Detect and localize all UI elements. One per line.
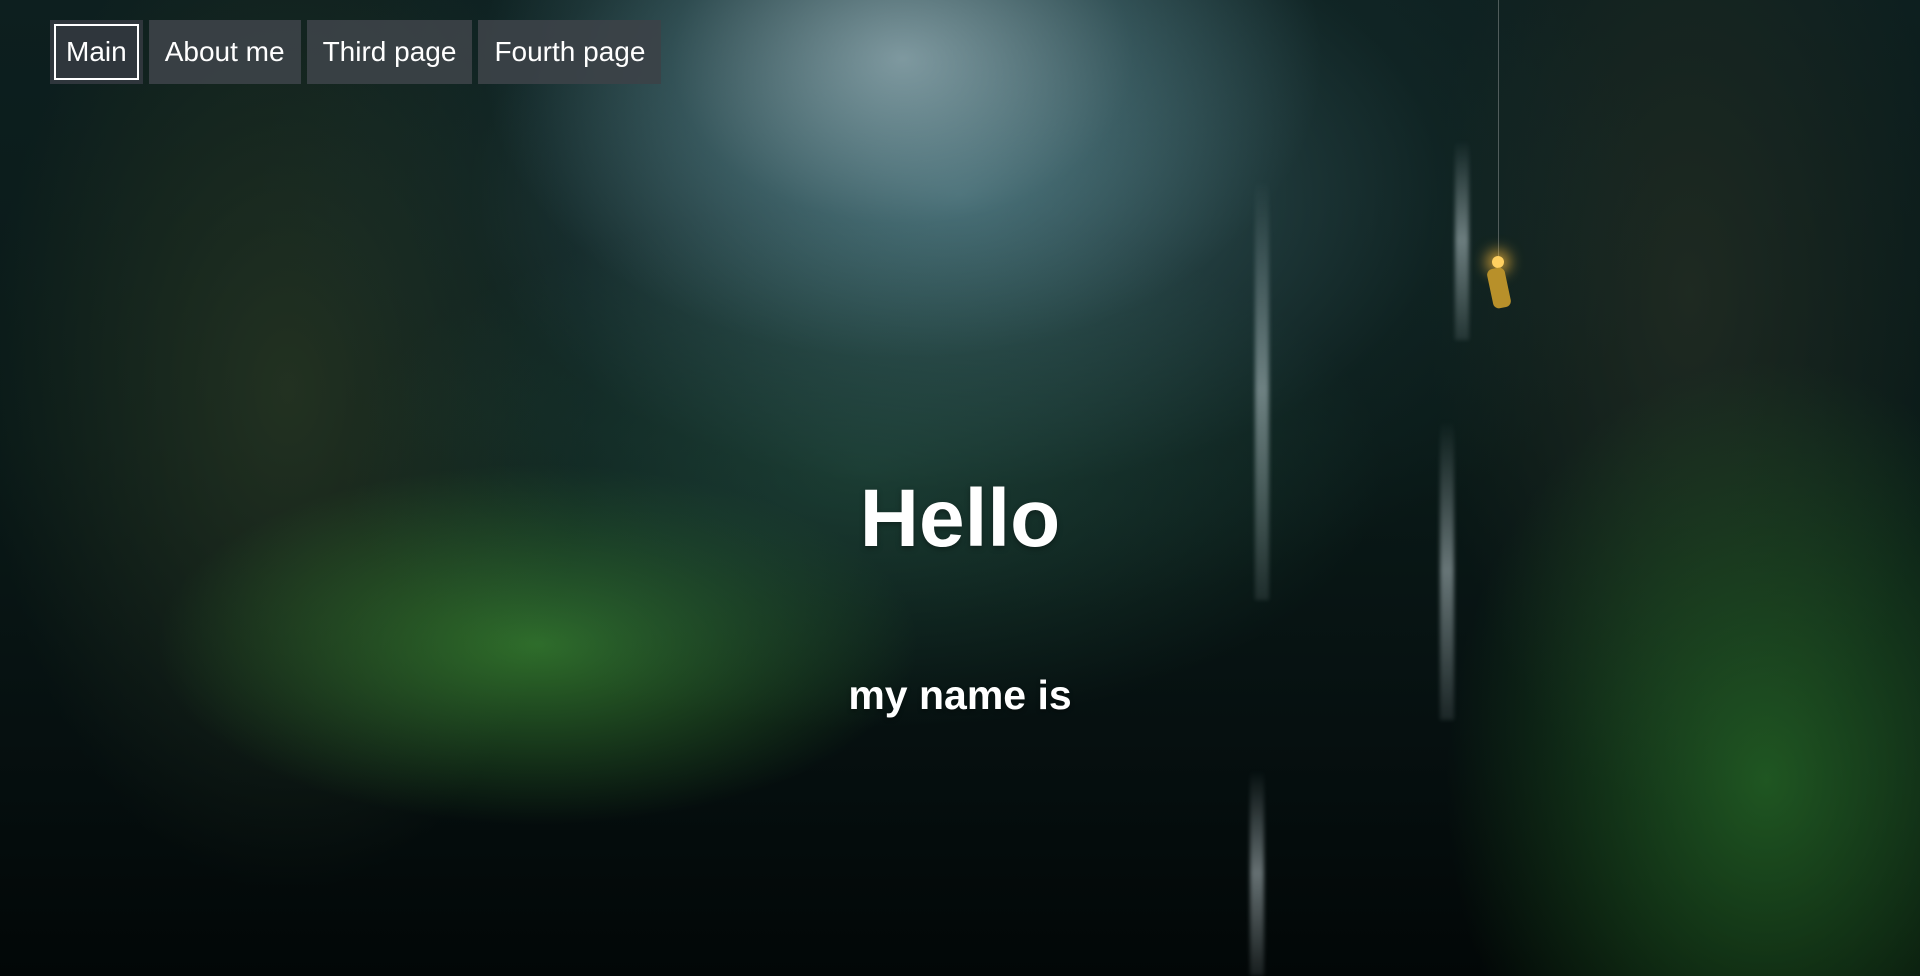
rope [1498,0,1499,256]
nav-item-third-page[interactable]: Third page [306,20,473,84]
hero-subtitle: my name is [848,672,1072,718]
waterfall-decoration [1250,770,1264,976]
waterfall-decoration [1455,140,1469,340]
climber-figure [1486,0,1526,328]
nav-item-main[interactable]: Main [50,20,143,84]
nav-item-fourth-page[interactable]: Fourth page [478,20,662,84]
climber-body [1486,266,1512,310]
main-navigation: Main About me Third page Fourth page [50,20,662,84]
headlamp [1492,256,1504,268]
hero-title: Hello [859,473,1061,564]
nav-item-about-me[interactable]: About me [148,20,301,84]
hero-background: Main About me Third page Fourth page Hel… [0,0,1920,976]
